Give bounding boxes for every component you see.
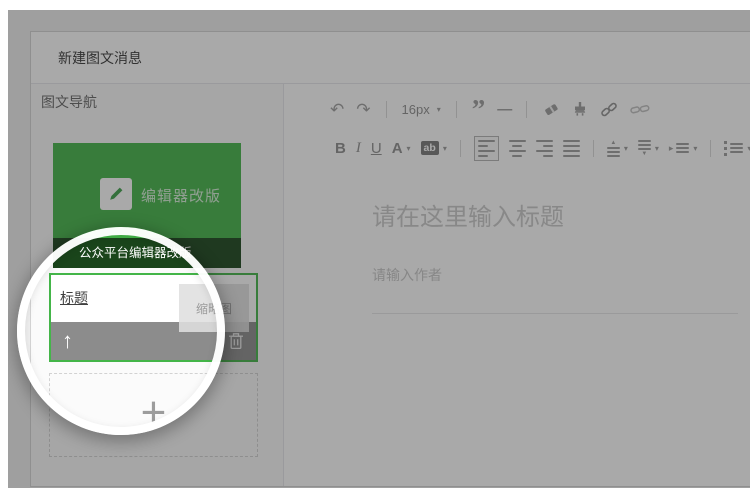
dialog-header: 新建图文消息 (31, 32, 750, 84)
cover-article-card[interactable]: 编辑器改版 公众平台编辑器改版 (53, 143, 241, 268)
paragraph-spacing-icon: ▼ (638, 140, 651, 157)
add-article-dropzone[interactable]: + (49, 373, 258, 457)
ordered-list-button[interactable]: ▾ (724, 141, 750, 156)
undo-button[interactable]: ↶ (330, 101, 344, 118)
toolbar-divider (526, 101, 527, 118)
thumbnail-label: 缩略图 (196, 300, 232, 317)
cover-card-label: 编辑器改版 (141, 185, 221, 206)
align-center-button[interactable] (509, 140, 526, 157)
highlight-color-button[interactable]: ab ▾ (421, 141, 447, 156)
chevron-down-icon: ▾ (407, 144, 411, 153)
paragraph-spacing-button[interactable]: ▼ ▾ (638, 140, 659, 157)
chevron-down-icon: ▾ (437, 105, 441, 114)
selected-article-card[interactable]: 标题 ↑ 缩略图 (49, 273, 258, 362)
thumbnail-placeholder[interactable]: 缩略图 (179, 284, 249, 332)
indent-icon: ▸ (669, 143, 690, 154)
editor-panel: ↶ ↷ 16px ▾ ” — (284, 84, 750, 486)
ordered-list-icon (724, 141, 743, 156)
plus-icon: + (141, 391, 167, 435)
toolbar-divider (456, 101, 457, 118)
align-left-button[interactable] (474, 136, 499, 161)
chevron-down-icon: ▾ (655, 144, 659, 153)
font-size-value: 16px (402, 102, 430, 117)
toolbar-divider (593, 140, 594, 157)
align-center-icon (509, 140, 526, 157)
unlink-icon[interactable] (630, 102, 650, 117)
horizontal-rule-button[interactable]: — (497, 101, 511, 118)
format-brush-icon[interactable] (572, 101, 588, 117)
new-article-dialog: 新建图文消息 图文导航 编辑器改版 公众平台编辑器改版 标题 ↑ (30, 31, 750, 487)
screen: 新建图文消息 图文导航 编辑器改版 公众平台编辑器改版 标题 ↑ (0, 0, 750, 497)
article-title-link[interactable]: 标题 (60, 288, 88, 308)
line-height-icon: ▲ (607, 140, 620, 157)
chevron-down-icon: ▾ (624, 144, 628, 153)
redo-button[interactable]: ↷ (356, 101, 370, 118)
toolbar-divider (710, 140, 711, 157)
nav-panel-title: 图文导航 (41, 92, 97, 112)
align-justify-icon (563, 140, 580, 157)
underline-button[interactable]: U (371, 140, 382, 157)
blockquote-button[interactable]: ” (472, 100, 486, 118)
line-height-button[interactable]: ▲ ▾ (607, 140, 628, 157)
pencil-icon (100, 178, 132, 210)
align-left-icon (478, 140, 495, 157)
author-input[interactable]: 请输入作者 (372, 265, 738, 285)
align-justify-button[interactable] (563, 140, 580, 157)
indent-button[interactable]: ▸ ▾ (669, 143, 698, 154)
content-divider (372, 313, 738, 314)
align-right-button[interactable] (536, 140, 553, 157)
toolbar-divider (386, 101, 387, 118)
editor-body: 请在这里输入标题 请输入作者 (372, 203, 738, 314)
chevron-down-icon: ▾ (693, 144, 697, 153)
bold-button[interactable]: B (335, 140, 346, 157)
title-input[interactable]: 请在这里输入标题 (372, 203, 738, 233)
link-icon[interactable] (600, 101, 618, 118)
highlight-badge: ab (421, 141, 439, 156)
chevron-down-icon: ▾ (443, 144, 447, 153)
font-size-select[interactable]: 16px ▾ (402, 102, 441, 117)
move-up-icon[interactable]: ↑ (62, 322, 73, 360)
eraser-icon[interactable] (542, 101, 560, 117)
font-color-label: A (392, 140, 403, 157)
toolbar-divider (460, 140, 461, 157)
trash-icon[interactable] (228, 332, 244, 355)
article-nav-panel: 图文导航 编辑器改版 公众平台编辑器改版 标题 ↑ 缩略图 (31, 84, 284, 486)
font-color-button[interactable]: A ▾ (392, 140, 411, 157)
toolbar-row-1: ↶ ↷ 16px ▾ ” — (330, 97, 650, 121)
toolbar-row-2: B I U A ▾ ab ▾ ▲ (335, 135, 750, 161)
italic-button[interactable]: I (356, 140, 361, 157)
cover-card-caption: 公众平台编辑器改版 (53, 238, 241, 268)
align-right-icon (536, 140, 553, 157)
dialog-title: 新建图文消息 (58, 32, 142, 84)
